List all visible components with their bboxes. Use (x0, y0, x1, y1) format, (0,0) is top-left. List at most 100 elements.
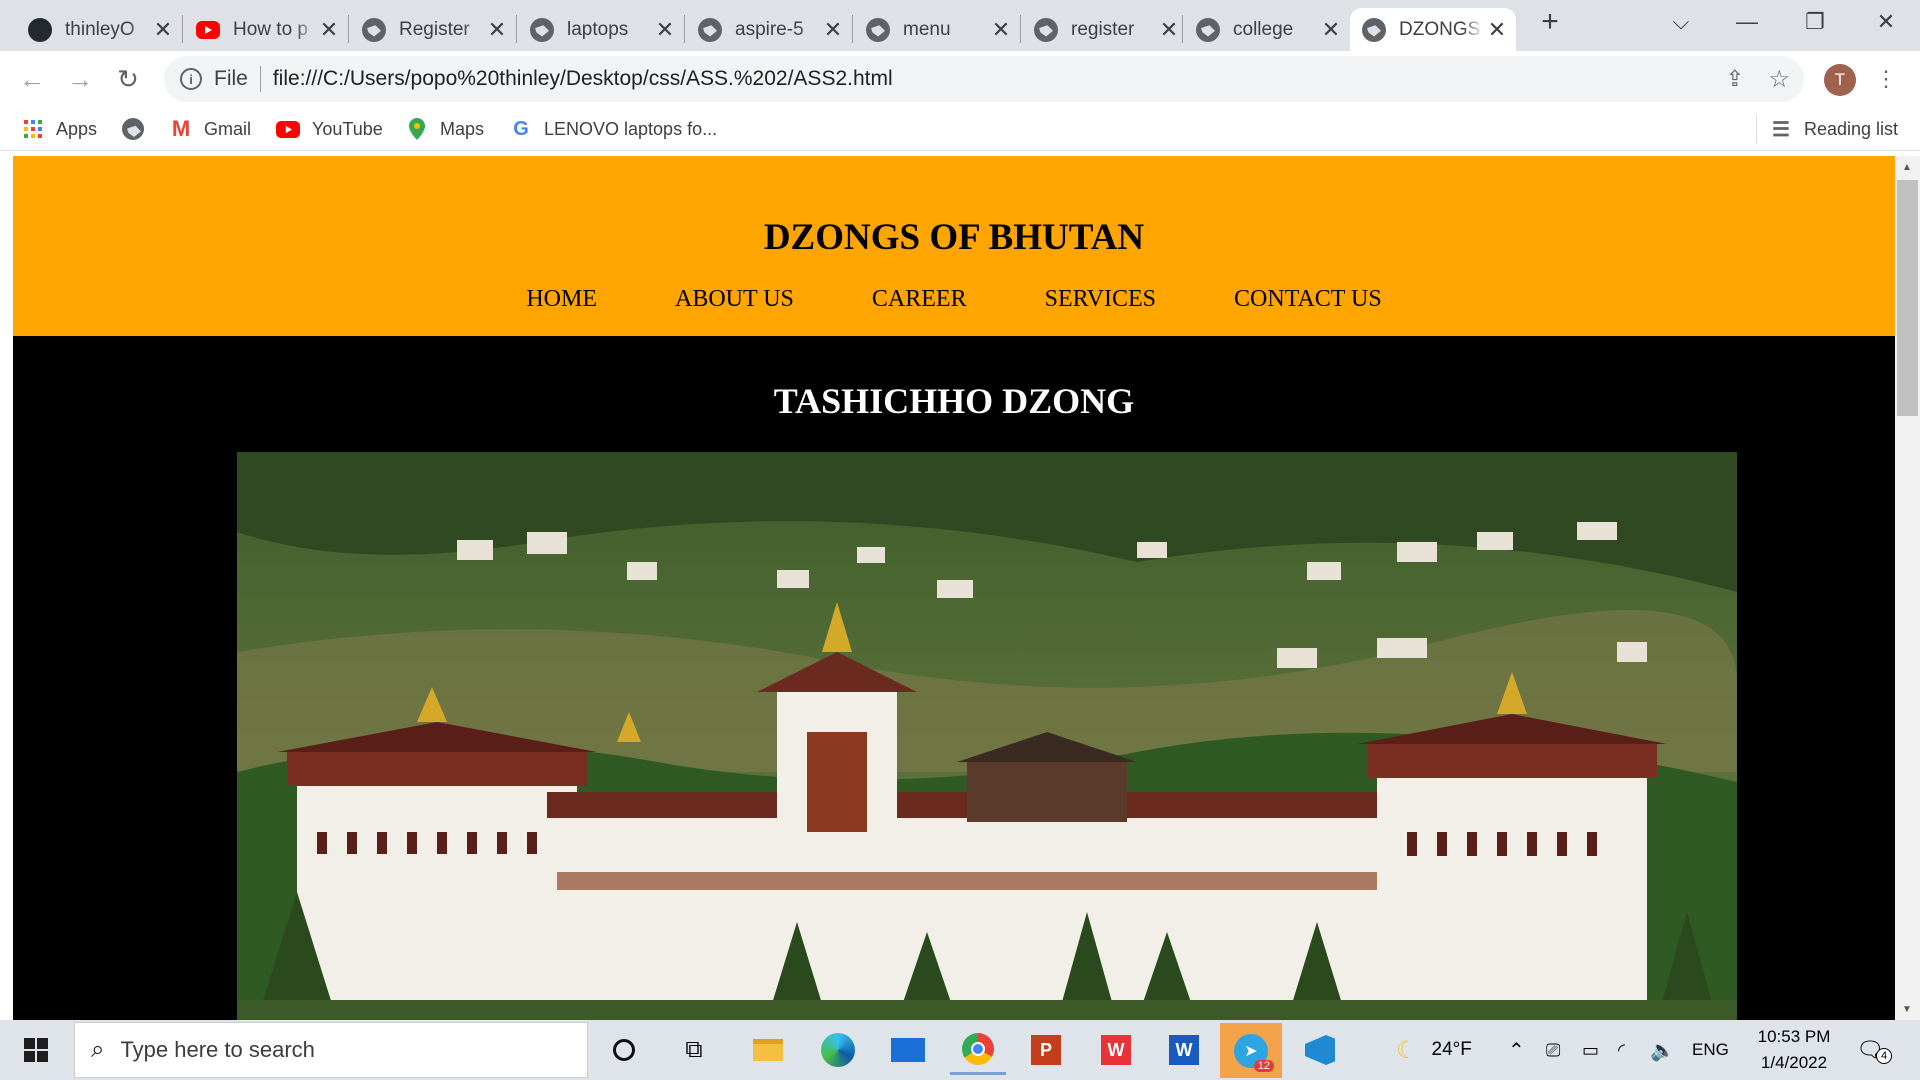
google-icon: G (513, 117, 529, 140)
nav-about-us[interactable]: ABOUT US (675, 286, 794, 313)
close-icon[interactable]: ✕ (316, 17, 342, 43)
apps-grid-icon (22, 118, 44, 140)
globe-icon (122, 118, 144, 140)
globe-icon (530, 17, 554, 42)
bookmark-gmail[interactable]: M Gmail (170, 115, 251, 143)
menu-kebab-icon[interactable]: ⋮ (1868, 61, 1904, 97)
taskbar-search-box[interactable]: ⌕ Type here to search (74, 1022, 588, 1078)
bookmarks-bar: Apps M Gmail YouTube Maps G LENOVO lapto… (0, 107, 1920, 151)
word-icon[interactable]: W (1156, 1025, 1212, 1075)
file-explorer-icon[interactable] (740, 1025, 796, 1075)
youtube-icon (196, 20, 220, 39)
back-button[interactable]: ← (14, 61, 50, 97)
share-icon[interactable]: ⇪ (1726, 66, 1744, 92)
moon-icon: ☾ (1396, 1036, 1418, 1064)
tab-menu[interactable]: menu ✕ (854, 8, 1020, 51)
tab-register[interactable]: Register ✕ (350, 8, 516, 51)
close-icon[interactable]: ✕ (1318, 17, 1344, 43)
bookmark-lenovo[interactable]: G LENOVO laptops fo... (510, 115, 717, 143)
nav-services[interactable]: SERVICES (1045, 286, 1156, 313)
nav-contact-us[interactable]: CONTACT US (1234, 286, 1382, 313)
youtube-icon (276, 120, 300, 138)
url-text[interactable]: file:///C:/Users/popo%20thinley/Desktop/… (273, 67, 893, 91)
tab-laptops[interactable]: laptops ✕ (518, 8, 684, 51)
language-indicator[interactable]: ENG (1692, 1020, 1729, 1080)
web-page: DZONGS OF BHUTAN HOME ABOUT US CAREER SE… (0, 156, 1920, 1020)
notification-count: 4 (1876, 1048, 1893, 1064)
close-icon[interactable]: ✕ (652, 17, 678, 43)
battery-icon[interactable]: ▭ (1582, 1020, 1599, 1080)
tab-youtube[interactable]: How to p ✕ (184, 8, 348, 51)
minimize-button[interactable]: — (1716, 0, 1778, 44)
close-icon[interactable]: ✕ (820, 17, 846, 43)
tab-search-chevron-icon[interactable]: ⌵ (1650, 0, 1712, 44)
globe-icon (1362, 17, 1386, 42)
dzong-photo (237, 452, 1737, 1020)
powerpoint-icon[interactable]: P (1018, 1025, 1074, 1075)
tab-register-2[interactable]: register ✕ (1022, 8, 1188, 51)
globe-icon (362, 17, 386, 42)
weather-widget[interactable]: ☾ 24°F (1396, 1020, 1472, 1080)
bookmark-star-icon[interactable]: ☆ (1768, 65, 1790, 94)
wps-office-icon[interactable]: W (1088, 1025, 1144, 1075)
scrollbar-thumb[interactable] (1897, 180, 1918, 416)
bookmark-maps[interactable]: Maps (406, 115, 484, 143)
chrome-taskbar-icon[interactable] (950, 1025, 1006, 1075)
task-view-icon[interactable]: ⧉ (666, 1025, 722, 1075)
telegram-badge: 12 (1253, 1060, 1274, 1072)
nav-home[interactable]: HOME (526, 286, 597, 313)
dzong-heading: TASHICHHO DZONG (773, 381, 1135, 421)
globe-icon (1196, 17, 1220, 42)
device-icon[interactable]: ⎚ (1546, 1020, 1560, 1080)
nav-career[interactable]: CAREER (872, 286, 967, 313)
date-text: 1/4/2022 (1760, 1053, 1828, 1072)
close-window-button[interactable]: ✕ (1852, 0, 1920, 44)
search-icon: ⌕ (91, 1036, 105, 1063)
info-icon[interactable]: i (180, 68, 202, 90)
site-header: DZONGS OF BHUTAN HOME ABOUT US CAREER SE… (13, 156, 1895, 336)
reload-button[interactable]: ↻ (110, 61, 146, 97)
volume-icon[interactable]: 🔈 (1650, 1020, 1675, 1080)
scheme-label: File (214, 67, 248, 90)
windows-taskbar: ⌕ Type here to search ⧉ P W W ➤ 12 ☾ 24°… (0, 1020, 1920, 1080)
maps-icon (406, 118, 428, 140)
cortana-icon[interactable] (596, 1025, 652, 1075)
notification-center-icon[interactable]: 🗨 4 (1856, 1020, 1893, 1080)
tab-dzongs[interactable]: DZONGS ✕ (1350, 8, 1516, 51)
wifi-icon[interactable]: ◜ (1618, 1020, 1625, 1080)
close-icon[interactable]: ✕ (150, 17, 176, 43)
mail-icon[interactable] (880, 1025, 936, 1075)
close-icon[interactable]: ✕ (1156, 17, 1182, 43)
tab-college[interactable]: college ✕ (1184, 8, 1350, 51)
profile-avatar[interactable]: T (1824, 64, 1856, 96)
tab-github[interactable]: thinleyO ✕ (16, 8, 182, 51)
content-section: TASHICHHO DZONG (13, 336, 1895, 1020)
globe-icon (1034, 17, 1058, 42)
tab-aspire[interactable]: aspire-5 ✕ (686, 8, 852, 51)
close-icon[interactable]: ✕ (988, 17, 1014, 43)
globe-icon (698, 17, 722, 42)
gmail-icon: M (171, 116, 191, 141)
close-icon[interactable]: ✕ (484, 17, 510, 43)
time-text: 10:53 PM (1757, 1027, 1831, 1046)
page-scrollbar[interactable]: ▲ ▼ (1895, 156, 1920, 1020)
vscode-icon[interactable] (1292, 1025, 1348, 1075)
clock[interactable]: 10:53 PM 1/4/2022 (1748, 1020, 1840, 1080)
site-nav: HOME ABOUT US CAREER SERVICES CONTACT US (13, 286, 1895, 313)
telegram-icon[interactable]: ➤ 12 (1220, 1023, 1282, 1078)
bookmark-apps[interactable]: Apps (22, 115, 97, 143)
reading-list-button[interactable]: ☰ Reading list (1770, 115, 1898, 143)
bookmark-youtube[interactable]: YouTube (276, 115, 383, 143)
edge-icon[interactable] (810, 1025, 866, 1075)
address-bar[interactable]: i File file:///C:/Users/popo%20thinley/D… (164, 56, 1804, 102)
tray-chevron-icon[interactable]: ⌃ (1508, 1020, 1525, 1080)
restore-button[interactable]: ❐ (1784, 0, 1846, 44)
browser-chrome: thinleyO ✕ How to p ✕ Register ✕ laptops… (0, 0, 1920, 156)
close-icon[interactable]: ✕ (1484, 17, 1510, 43)
windows-start-button[interactable] (8, 1025, 64, 1075)
browser-toolbar: ← → ↻ i File file:///C:/Users/popo%20thi… (0, 51, 1920, 107)
new-tab-button[interactable]: + (1520, 0, 1580, 44)
github-icon (28, 17, 52, 42)
forward-button[interactable]: → (62, 61, 98, 97)
bookmark-globe[interactable] (122, 115, 156, 143)
